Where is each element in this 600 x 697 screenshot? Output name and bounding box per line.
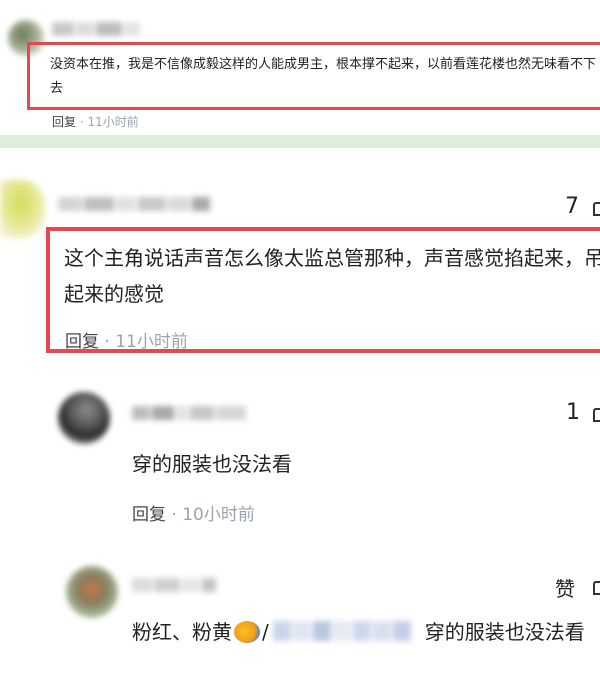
like-count: 1 xyxy=(566,400,580,425)
username-blurred[interactable] xyxy=(132,406,246,420)
username-blurred[interactable] xyxy=(132,578,216,592)
thumbs-up-icon[interactable] xyxy=(591,577,600,597)
username-blurred[interactable] xyxy=(52,22,140,36)
timestamp: 11小时前 xyxy=(115,332,188,352)
mention-blurred[interactable] xyxy=(272,621,411,641)
timestamp: 11小时前 xyxy=(87,115,139,129)
meta-separator: · xyxy=(171,505,177,525)
meta-separator: · xyxy=(104,332,110,352)
thumbs-up-icon[interactable] xyxy=(591,198,600,218)
reply-text: 穿的服装也没法看 xyxy=(132,452,292,476)
comment-meta: 回复 · 11小时前 xyxy=(52,113,139,130)
avatar[interactable] xyxy=(58,392,110,444)
reply-text: 粉红、粉黄 / 穿的服装也没法看 xyxy=(132,614,600,650)
reply-button[interactable]: 回复 xyxy=(65,332,99,352)
reply-text-suffix: 穿的服装也没法看 xyxy=(424,620,585,644)
comment-text: 这个主角说话声音怎么像太监总管那种，声音感觉掐起来，吊起来的感觉 xyxy=(64,246,600,306)
like-label[interactable]: 赞 xyxy=(555,573,575,602)
thumbs-up-icon[interactable] xyxy=(591,404,600,424)
like-count: 7 xyxy=(565,194,579,219)
comment-text: 没资本在推，我是不信像成毅这样的人能成男主，根本撑不起来，以前看莲花楼也然无味看… xyxy=(50,57,597,96)
reply-button[interactable]: 回复 xyxy=(132,505,166,525)
reply-text-prefix: 粉红、粉黄 xyxy=(132,620,232,644)
reply-meta: 回复 · 10小时前 xyxy=(132,500,255,525)
comment-meta: 回复 · 11小时前 xyxy=(65,327,188,352)
laughing-emoji-icon xyxy=(234,621,260,643)
avatar[interactable] xyxy=(0,180,46,238)
reply-text-slash: / xyxy=(262,620,269,644)
meta-separator: · xyxy=(79,115,84,129)
avatar[interactable] xyxy=(66,566,118,618)
timestamp: 10小时前 xyxy=(182,505,255,525)
reply-button[interactable]: 回复 xyxy=(52,115,76,129)
section-divider xyxy=(0,135,600,148)
username-blurred[interactable] xyxy=(58,197,210,211)
